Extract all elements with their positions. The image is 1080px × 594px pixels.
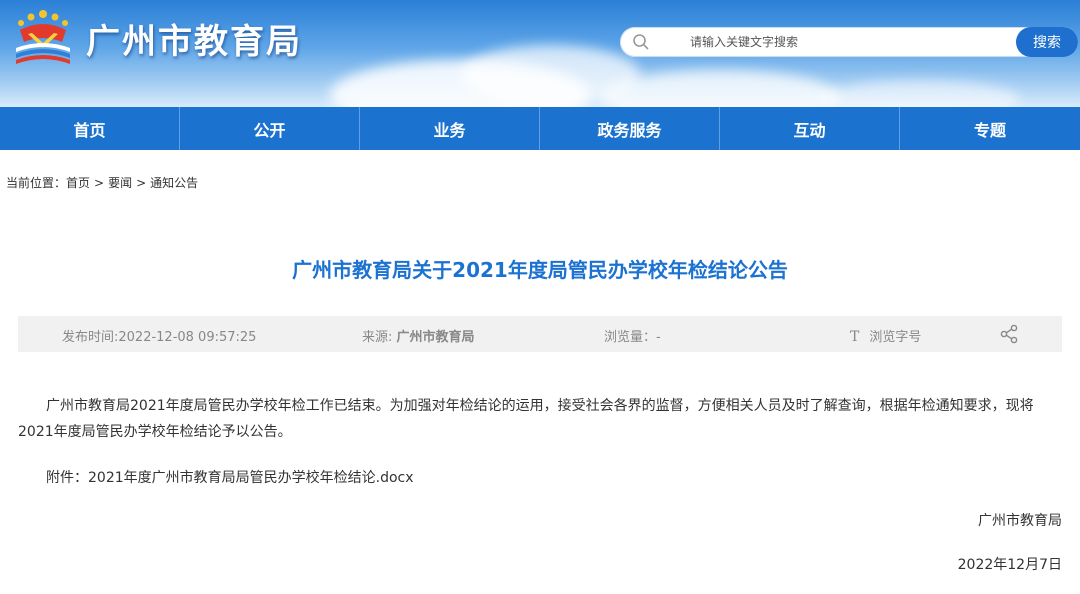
- search-icon: [633, 34, 649, 50]
- cloud-decoration: [820, 80, 1020, 107]
- search-button[interactable]: 搜索: [1016, 27, 1078, 57]
- nav-item-topics[interactable]: 专题: [900, 107, 1080, 150]
- header-banner: 广州市教育局 搜索: [0, 0, 1080, 107]
- breadcrumb-item-notices[interactable]: 通知公告: [150, 176, 198, 190]
- font-size-control[interactable]: T 浏览字号: [850, 326, 921, 345]
- nav-item-gov-services[interactable]: 政务服务: [540, 107, 720, 150]
- article-meta-bar: 发布时间:2022-12-08 09:57:25 来源: 广州市教育局 浏览量：…: [18, 316, 1062, 352]
- attachment-link[interactable]: 2021年度广州市教育局局管民办学校年检结论.docx: [88, 470, 414, 486]
- search-box: 搜索: [620, 27, 1078, 57]
- nav-item-public[interactable]: 公开: [180, 107, 360, 150]
- source-label: 来源:: [362, 330, 393, 345]
- publish-time: 发布时间:2022-12-08 09:57:25: [62, 330, 257, 345]
- breadcrumb: 当前位置：首页 > 要闻 > 通知公告: [6, 174, 198, 191]
- breadcrumb-separator: >: [94, 176, 105, 190]
- breadcrumb-item-news[interactable]: 要闻: [108, 176, 132, 190]
- article-attachment: 附件：2021年度广州市教育局局管民办学校年检结论.docx: [46, 465, 414, 491]
- article-signature: 广州市教育局: [978, 513, 1062, 529]
- font-size-label: 浏览字号: [869, 330, 922, 345]
- nav-item-business[interactable]: 业务: [360, 107, 540, 150]
- nav-item-home[interactable]: 首页: [0, 107, 180, 150]
- share-icon[interactable]: [1000, 324, 1018, 344]
- site-title[interactable]: 广州市教育局: [86, 14, 302, 63]
- attachment-label: 附件：: [46, 470, 88, 486]
- article-body: 广州市教育局2021年度局管民办学校年检工作已结束。为加强对年检结论的运用，接受…: [18, 398, 1034, 440]
- article-source: 来源: 广州市教育局: [362, 326, 475, 345]
- search-input[interactable]: [658, 30, 1030, 54]
- view-count: 浏览量：-: [604, 330, 661, 345]
- education-bureau-emblem-icon: [16, 10, 70, 64]
- article-date: 2022年12月7日: [957, 557, 1062, 573]
- nav-item-interaction[interactable]: 互动: [720, 107, 900, 150]
- breadcrumb-separator: >: [136, 176, 147, 190]
- main-nav: 首页 公开 业务 政务服务 互动 专题: [0, 107, 1080, 150]
- article-title: 广州市教育局关于2021年度局管民办学校年检结论公告: [292, 258, 788, 282]
- breadcrumb-prefix: 当前位置：: [6, 176, 67, 190]
- breadcrumb-item-home[interactable]: 首页: [66, 176, 90, 190]
- source-value: 广州市教育局: [396, 330, 475, 345]
- font-size-icon: T: [850, 329, 860, 345]
